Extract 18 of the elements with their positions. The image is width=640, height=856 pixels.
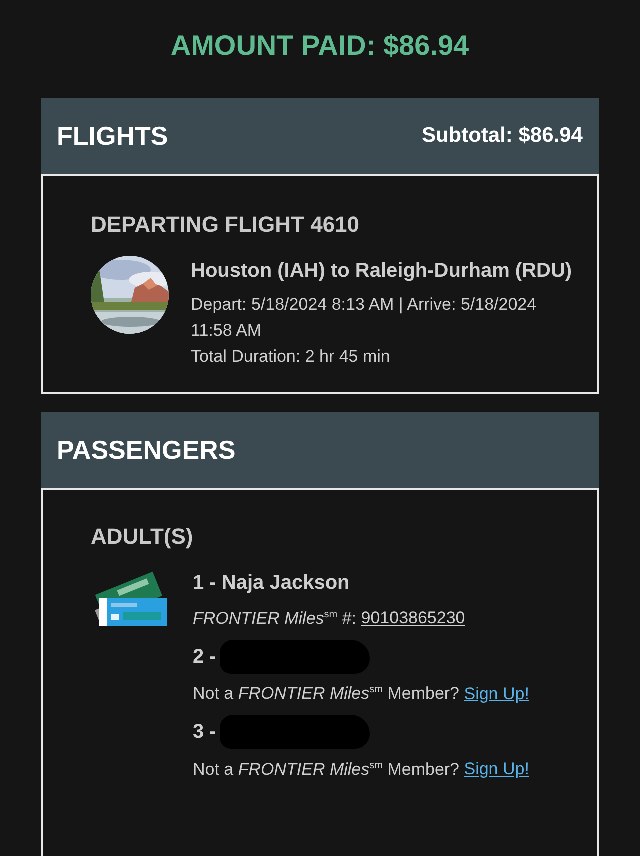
sign-up-prompt: Not a FRONTIER Miles$^{sm}$ Member? Sign Up! — [193, 683, 530, 706]
sign-up-prompt: Not a FRONTIER Miles$^{sm}$ Member? Sign Up! — [193, 758, 530, 781]
subtotal: Subtotal: $86.94 — [422, 124, 583, 148]
flight-heading: DEPARTING FLIGHT 4610 — [91, 212, 361, 238]
section-title: PASSENGERS — [57, 434, 236, 466]
sign-up-link[interactable]: Sign Up! — [464, 684, 530, 704]
miles-number: FRONTIER Miles$^{sm}$ #: 90103865230 — [193, 608, 466, 630]
miles-number-link[interactable]: 90103865230 — [361, 608, 466, 628]
passenger-group: ADULT(S) — [91, 524, 577, 550]
sign-up-link[interactable]: Sign Up! — [464, 760, 530, 779]
section-title: FLIGHTS — [57, 120, 168, 152]
passenger-name: 1 - Naja Jackson — [193, 571, 350, 596]
total-duration: Total Duration: 2 hr 45 min — [191, 346, 392, 368]
flight-times: Depart: 5/18/2024 8:13 AM | Arrive: 5/18/2024 11:58 AM — [191, 294, 538, 342]
passenger-name: 3 - — [193, 720, 216, 746]
amount-paid: AMOUNT PAID: $86.94 — [170, 30, 470, 61]
route: Houston (IAH) to Raleigh-Durham (RDU) — [191, 259, 574, 284]
passenger-name: 2 - — [193, 644, 216, 670]
